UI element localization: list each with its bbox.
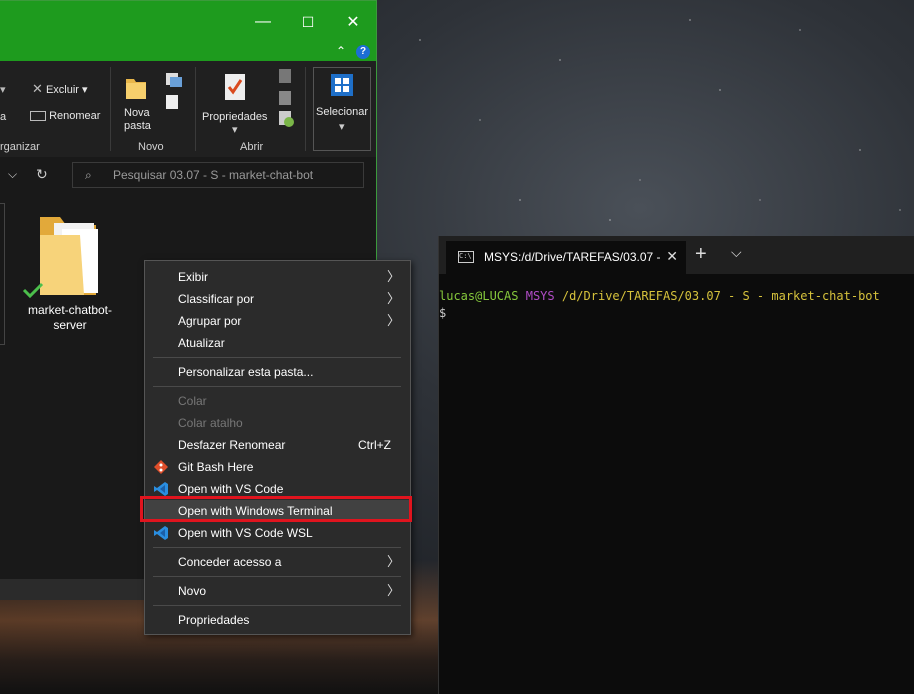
menu-item-conceder-acesso[interactable]: Conceder acesso a 〉 (145, 551, 410, 573)
menu-item-desfazer-renomear[interactable]: Desfazer Renomear Ctrl+Z (145, 434, 410, 456)
open-items-icon[interactable] (277, 67, 295, 132)
tab-dropdown-button[interactable]: ⌵ (731, 244, 742, 261)
propriedades-dropdown-icon[interactable]: ▾ (232, 123, 238, 136)
renomear-button[interactable]: Renomear (30, 110, 100, 122)
menu-separator (153, 386, 401, 387)
menu-item-colar[interactable]: Colar (145, 390, 410, 412)
minimize-button[interactable]: — (240, 1, 286, 43)
menu-item-agrupar-por[interactable]: Agrupar por 〉 (145, 310, 410, 332)
organizar-group-label: rganizar (0, 141, 40, 153)
ribbon-separator (305, 67, 306, 151)
prompt-symbol: $ (439, 306, 447, 320)
prompt-env: MSYS (525, 289, 555, 303)
menu-item-label: Desfazer Renomear (178, 438, 286, 452)
search-placeholder: Pesquisar 03.07 - S - market-chat-bot (113, 168, 314, 182)
folder-icon (40, 217, 98, 295)
new-folder-icon (124, 73, 148, 103)
new-item-icon[interactable] (162, 71, 186, 114)
windows-terminal-window: C:\ MSYS:/d/Drive/TAREFAS/03.07 - ✕ + ⌵ … (438, 236, 914, 694)
excluir-label: Excluir (45, 84, 79, 96)
terminal-tab-title: MSYS:/d/Drive/TAREFAS/03.07 - (484, 250, 661, 264)
menu-separator (153, 547, 401, 548)
menu-item-label: Atualizar (178, 336, 225, 350)
menu-item-novo[interactable]: Novo 〉 (145, 580, 410, 602)
menu-item-label: Personalizar esta pasta... (178, 365, 314, 379)
excluir-button[interactable]: ✕ Excluir ▾ (32, 81, 88, 97)
partial-ribbon-item[interactable]: ▾ (0, 83, 6, 96)
menu-item-label: Git Bash Here (178, 460, 254, 474)
maximize-button[interactable]: ☐ (285, 1, 331, 43)
select-grid-icon (331, 74, 353, 96)
chevron-right-icon: 〉 (386, 583, 400, 598)
menu-item-colar-atalho[interactable]: Colar atalho (145, 412, 410, 434)
menu-item-classificar-por[interactable]: Classificar por 〉 (145, 288, 410, 310)
menu-separator (153, 576, 401, 577)
explorer-titlebar[interactable]: — ☐ ✕ (0, 1, 376, 43)
menu-item-git-bash-here[interactable]: Git Bash Here (145, 456, 410, 478)
novo-group-label: Novo (138, 141, 164, 153)
refresh-icon[interactable]: ↻ (36, 166, 48, 183)
vscode-icon (153, 481, 169, 497)
menu-item-label: Agrupar por (178, 314, 242, 328)
menu-item-label: Colar (178, 394, 207, 408)
menu-item-label: Propriedades (178, 613, 250, 627)
partial-ribbon-item-label[interactable]: a (0, 111, 6, 123)
menu-item-atualizar[interactable]: Atualizar (145, 332, 410, 354)
close-button[interactable]: ✕ (330, 1, 376, 43)
search-input[interactable]: ⌕ Pesquisar 03.07 - S - market-chat-bot (72, 162, 364, 188)
terminal-tab[interactable]: C:\ MSYS:/d/Drive/TAREFAS/03.07 - ✕ (446, 241, 686, 274)
chevron-down-icon[interactable]: ⌵ (8, 167, 17, 182)
ribbon-separator (195, 67, 196, 151)
ribbon-tabs-bar: ⌃ ? (0, 43, 376, 61)
ribbon: ▾ a ✕ Excluir ▾ Renomear rganizar Nova p… (0, 61, 376, 158)
menu-item-open-vscode-wsl[interactable]: Open with VS Code WSL (145, 522, 410, 544)
chevron-right-icon: 〉 (386, 554, 400, 569)
search-icon: ⌕ (85, 168, 92, 182)
shortcut-label: Ctrl+Z (358, 438, 391, 452)
highlight-annotation-box (140, 496, 412, 522)
abrir-group-label: Abrir (240, 141, 264, 153)
menu-separator (153, 357, 401, 358)
terminal-tab-bar: C:\ MSYS:/d/Drive/TAREFAS/03.07 - ✕ + ⌵ (439, 236, 914, 274)
chevron-right-icon: 〉 (386, 313, 400, 328)
terminal-output[interactable]: lucas@LUCAS MSYS /d/Drive/TAREFAS/03.07 … (439, 288, 880, 322)
nova-pasta-button[interactable]: Nova pasta (124, 107, 151, 133)
menu-separator (153, 605, 401, 606)
help-icon[interactable]: ? (356, 45, 370, 59)
new-tab-button[interactable]: + (695, 243, 707, 266)
selecionar-button[interactable]: Selecionar ▾ (313, 67, 371, 151)
console-icon: C:\ (458, 251, 474, 263)
menu-item-label: Open with VS Code WSL (178, 526, 313, 540)
menu-item-propriedades[interactable]: Propriedades (145, 609, 410, 631)
properties-icon (224, 73, 246, 104)
ribbon-separator (110, 67, 111, 151)
context-menu: Exibir 〉 Classificar por 〉 Agrupar por 〉 At… (144, 260, 411, 635)
prompt-user: lucas@LUCAS (439, 289, 519, 303)
chevron-right-icon: 〉 (386, 291, 400, 306)
menu-item-label: Exibir (178, 270, 209, 284)
address-bar-row: ⌵ ↻ ⌕ Pesquisar 03.07 - S - market-chat-… (0, 157, 376, 195)
sync-check-icon (22, 282, 44, 299)
git-bash-icon (153, 459, 169, 475)
collapse-ribbon-icon[interactable]: ⌃ (336, 44, 346, 58)
folder-name-label: market-chatbot- server (27, 303, 113, 332)
selecionar-label: Selecionar (316, 106, 368, 118)
chevron-right-icon: 〉 (386, 269, 400, 284)
delete-x-icon: ✕ (32, 81, 43, 96)
propriedades-button[interactable]: Propriedades (202, 111, 267, 123)
partial-item[interactable] (0, 203, 5, 345)
close-tab-icon[interactable]: ✕ (666, 248, 678, 265)
menu-item-label: Novo (178, 584, 207, 598)
prompt-path: /d/Drive/TAREFAS/03.07 - S - market-chat… (561, 289, 880, 303)
renomear-label: Renomear (49, 110, 101, 122)
menu-item-label: Colar atalho (178, 416, 243, 430)
folder-item[interactable] (22, 213, 102, 300)
menu-item-personalizar[interactable]: Personalizar esta pasta... (145, 361, 410, 383)
vscode-icon (153, 525, 169, 541)
selecionar-dropdown-icon: ▾ (339, 121, 345, 133)
rename-icon (30, 111, 46, 122)
menu-item-label: Conceder acesso a (178, 555, 282, 569)
menu-item-label: Classificar por (178, 292, 255, 306)
menu-item-exibir[interactable]: Exibir 〉 (145, 266, 410, 288)
